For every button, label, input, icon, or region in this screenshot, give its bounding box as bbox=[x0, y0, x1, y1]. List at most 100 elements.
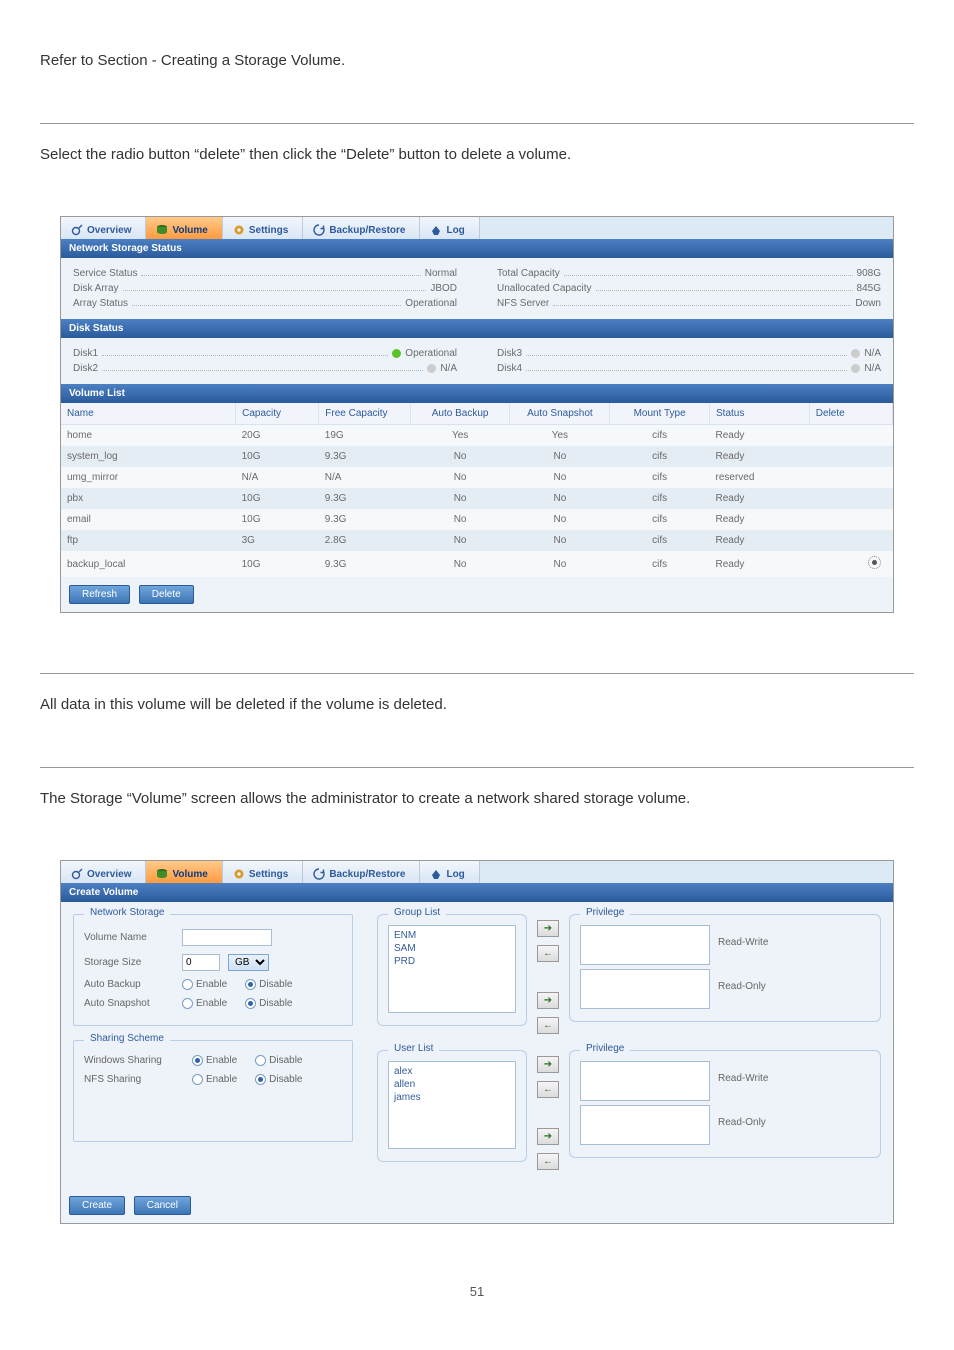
kv-service-status: Service Status Normal bbox=[73, 266, 457, 281]
group-privilege-fieldset: Privilege Read-Write Read-Only bbox=[569, 914, 881, 1022]
group-ro-box[interactable] bbox=[580, 969, 710, 1009]
tab-backup[interactable]: Backup/Restore bbox=[303, 861, 420, 883]
user-ro-box[interactable] bbox=[580, 1105, 710, 1145]
auto-snapshot-label: Auto Snapshot bbox=[84, 998, 174, 1009]
group-add-rw-button[interactable]: ➔ bbox=[537, 920, 559, 937]
col-mounttype: Mount Type bbox=[610, 403, 710, 425]
delete-button[interactable]: Delete bbox=[139, 585, 194, 604]
log-icon bbox=[430, 868, 442, 880]
create-intro-text: The Storage “Volume” screen allows the a… bbox=[40, 788, 914, 811]
user-remove-rw-button[interactable]: ← bbox=[537, 1081, 559, 1098]
ns-legend: Network Storage bbox=[84, 907, 170, 918]
net-storage-header: Network Storage Status bbox=[61, 239, 893, 258]
auto-snapshot-enable[interactable]: Enable bbox=[182, 998, 227, 1009]
divider bbox=[40, 767, 914, 768]
vol-name-cell: home bbox=[61, 425, 236, 447]
nfs-sharing-disable[interactable]: Disable bbox=[255, 1074, 302, 1085]
col-autosnapshot: Auto Snapshot bbox=[510, 403, 610, 425]
tab-settings[interactable]: Settings bbox=[223, 217, 303, 239]
group-add-ro-button[interactable]: ➔ bbox=[537, 992, 559, 1009]
tab-volume[interactable]: Volume bbox=[146, 217, 222, 239]
tab-settings-label: Settings bbox=[249, 869, 288, 880]
tab-log-label: Log bbox=[446, 225, 464, 236]
group-list[interactable]: ENMSAMPRD bbox=[388, 925, 516, 1013]
cancel-button[interactable]: Cancel bbox=[134, 1196, 191, 1215]
tab-settings-label: Settings bbox=[249, 225, 288, 236]
list-item[interactable]: PRD bbox=[392, 955, 512, 968]
create-button[interactable]: Create bbox=[69, 1196, 125, 1215]
ro-label-2: Read-Only bbox=[718, 1105, 766, 1128]
group-rw-box[interactable] bbox=[580, 925, 710, 965]
list-item[interactable]: james bbox=[392, 1091, 512, 1104]
tab-log[interactable]: Log bbox=[420, 217, 479, 239]
create-volume-header: Create Volume bbox=[61, 883, 893, 902]
tab-overview[interactable]: Overview bbox=[61, 217, 146, 239]
list-item[interactable]: ENM bbox=[392, 929, 512, 942]
list-item[interactable]: alex bbox=[392, 1065, 512, 1078]
priv-legend-2: Privilege bbox=[580, 1043, 630, 1054]
auto-backup-disable[interactable]: Disable bbox=[245, 979, 292, 990]
volume-icon bbox=[156, 224, 168, 236]
divider bbox=[40, 123, 914, 124]
nfs-sharing-enable[interactable]: Enable bbox=[192, 1074, 237, 1085]
user-list-fieldset: User List alexallenjames bbox=[377, 1050, 527, 1162]
tab-volume[interactable]: Volume bbox=[146, 861, 222, 883]
vol-name-cell: backup_local bbox=[61, 551, 236, 577]
tab-settings[interactable]: Settings bbox=[223, 861, 303, 883]
group-remove-ro-button[interactable]: ← bbox=[537, 1017, 559, 1034]
volume-name-label: Volume Name bbox=[84, 932, 174, 943]
user-remove-ro-button[interactable]: ← bbox=[537, 1153, 559, 1170]
create-volume-panel: Overview Volume Settings Backup/Restore … bbox=[60, 860, 894, 1224]
user-rw-box[interactable] bbox=[580, 1061, 710, 1101]
tab-overview-label: Overview bbox=[87, 869, 131, 880]
tab-log[interactable]: Log bbox=[420, 861, 479, 883]
win-sharing-enable[interactable]: Enable bbox=[192, 1055, 237, 1066]
list-item[interactable]: allen bbox=[392, 1078, 512, 1091]
tab-log-label: Log bbox=[446, 869, 464, 880]
tab-backup[interactable]: Backup/Restore bbox=[303, 217, 420, 239]
volume-table: Name Capacity Free Capacity Auto Backup … bbox=[61, 403, 893, 577]
disk-status-header: Disk Status bbox=[61, 319, 893, 338]
table-row: email10G9.3GNoNocifsReady bbox=[61, 509, 893, 530]
tab-overview[interactable]: Overview bbox=[61, 861, 146, 883]
user-list[interactable]: alexallenjames bbox=[388, 1061, 516, 1149]
col-cap: Capacity bbox=[236, 403, 319, 425]
table-row: ftp3G2.8GNoNocifsReady bbox=[61, 530, 893, 551]
group-list-fieldset: Group List ENMSAMPRD bbox=[377, 914, 527, 1026]
priv-legend-1: Privilege bbox=[580, 907, 630, 918]
delete-radio[interactable] bbox=[868, 556, 881, 569]
vol-name-cell: umg_mirror bbox=[61, 467, 236, 488]
ro-label: Read-Only bbox=[718, 969, 766, 992]
win-sharing-disable[interactable]: Disable bbox=[255, 1055, 302, 1066]
auto-snapshot-disable[interactable]: Disable bbox=[245, 998, 292, 1009]
tab-overview-label: Overview bbox=[87, 225, 131, 236]
storage-size-input[interactable] bbox=[182, 954, 220, 971]
kv-disk-array: Disk Array JBOD bbox=[73, 281, 457, 296]
gl-legend: Group List bbox=[388, 907, 446, 918]
kv-unallocated: Unallocated Capacity 845G bbox=[497, 281, 881, 296]
col-status: Status bbox=[710, 403, 810, 425]
user-add-rw-button[interactable]: ➔ bbox=[537, 1056, 559, 1073]
group-remove-rw-button[interactable]: ← bbox=[537, 945, 559, 962]
volume-name-input[interactable] bbox=[182, 929, 272, 946]
kv-disk3: Disk3 N/A bbox=[497, 346, 881, 361]
kv-disk2: Disk2 N/A bbox=[73, 361, 457, 376]
log-icon bbox=[430, 224, 442, 236]
tab-volume-label: Volume bbox=[172, 225, 207, 236]
storage-unit-select[interactable]: GB bbox=[228, 954, 269, 971]
settings-icon bbox=[233, 868, 245, 880]
rw-label-2: Read-Write bbox=[718, 1061, 768, 1084]
overview-icon bbox=[71, 868, 83, 880]
list-item[interactable]: SAM bbox=[392, 942, 512, 955]
refresh-button[interactable]: Refresh bbox=[69, 585, 130, 604]
tab-backup-label: Backup/Restore bbox=[329, 225, 405, 236]
col-free: Free Capacity bbox=[319, 403, 410, 425]
intro-text: Refer to Section - Creating a Storage Vo… bbox=[40, 50, 914, 73]
vol-name-cell: email bbox=[61, 509, 236, 530]
auto-backup-enable[interactable]: Enable bbox=[182, 979, 227, 990]
tab-backup-label: Backup/Restore bbox=[329, 869, 405, 880]
status-dot-green-icon bbox=[392, 349, 401, 358]
status-dot-icon bbox=[851, 364, 860, 373]
network-storage-fieldset: Network Storage Volume Name Storage Size… bbox=[73, 914, 353, 1026]
user-add-ro-button[interactable]: ➔ bbox=[537, 1128, 559, 1145]
